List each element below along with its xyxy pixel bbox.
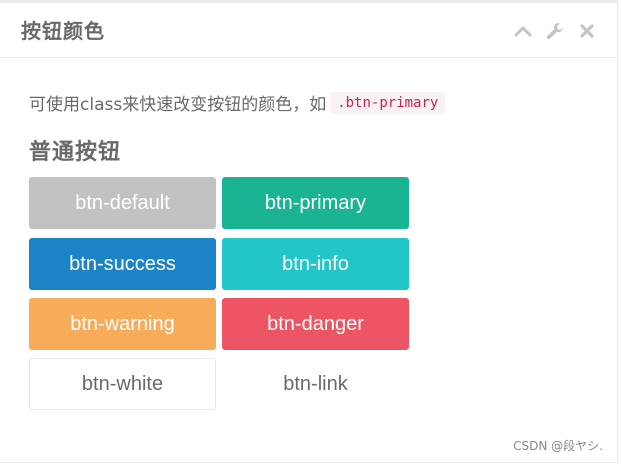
panel-tools bbox=[513, 21, 597, 41]
wrench-icon[interactable] bbox=[545, 21, 565, 41]
section-title: 普通按钮 bbox=[29, 140, 122, 165]
btn-info-button[interactable]: btn-info bbox=[222, 238, 409, 290]
panel: 按钮颜色 可使用class来快速改变按钮的颜色，如 .btn-primary 普 bbox=[0, 0, 618, 463]
watermark: CSDN @段ヤシ. bbox=[513, 439, 603, 453]
btn-default-button[interactable]: btn-default bbox=[29, 177, 216, 229]
code-snippet: .btn-primary bbox=[330, 91, 446, 114]
btn-link-button[interactable]: btn-link bbox=[222, 358, 409, 410]
btn-white-button[interactable]: btn-white bbox=[29, 358, 216, 410]
close-icon[interactable] bbox=[577, 21, 597, 41]
btn-danger-button[interactable]: btn-danger bbox=[222, 298, 409, 350]
intro-text: 可使用class来快速改变按钮的颜色，如 .btn-primary bbox=[29, 90, 446, 115]
btn-primary-button[interactable]: btn-primary bbox=[222, 177, 409, 229]
panel-header: 按钮颜色 bbox=[0, 0, 617, 58]
btn-warning-button[interactable]: btn-warning bbox=[29, 298, 216, 350]
chevron-up-icon[interactable] bbox=[513, 21, 533, 41]
intro-label: 可使用class来快速改变按钮的颜色，如 bbox=[29, 95, 327, 115]
panel-title: 按钮颜色 bbox=[21, 19, 105, 43]
btn-success-button[interactable]: btn-success bbox=[29, 238, 216, 290]
